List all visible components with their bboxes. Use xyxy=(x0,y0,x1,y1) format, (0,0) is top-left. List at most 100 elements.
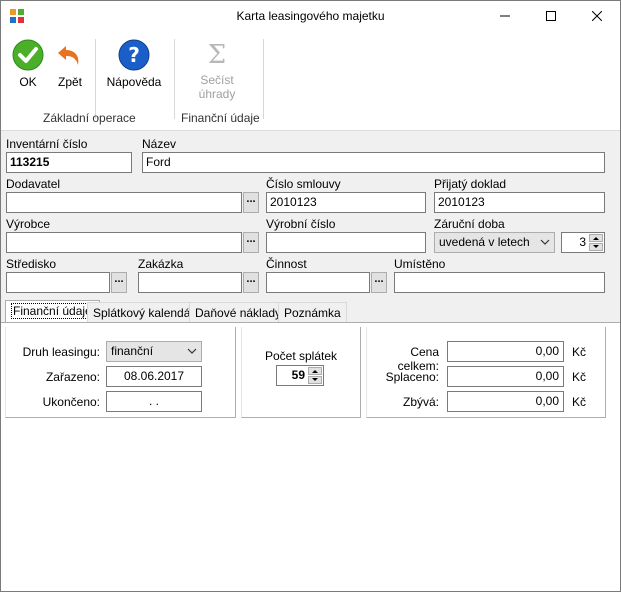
sum-label-1: Sečíst xyxy=(200,73,234,87)
ribbon-separator xyxy=(263,39,264,119)
activity-field[interactable] xyxy=(266,272,370,293)
activity-label: Činnost xyxy=(266,257,307,271)
ended-date-field[interactable]: . . xyxy=(106,391,202,412)
tab-strip: Finanční údaje Splátkový kalendář Daňové… xyxy=(1,300,620,322)
order-field[interactable] xyxy=(138,272,242,293)
supplier-browse-button[interactable]: ... xyxy=(243,192,259,213)
tab-tax-costs-label: Daňové náklady xyxy=(195,306,282,320)
spinner-buttons xyxy=(589,234,603,251)
installments-spinner[interactable]: 59 xyxy=(276,365,324,386)
triangle-down-icon xyxy=(593,245,599,248)
leasing-box: Druh leasingu: finanční Zařazeno: 08.06.… xyxy=(5,327,236,418)
sum-label-2: úhrady xyxy=(198,87,236,101)
undo-arrow-icon xyxy=(58,46,79,65)
installments-label: Počet splátek xyxy=(264,349,338,363)
installments-box: Počet splátek 59 xyxy=(241,327,361,418)
header-form: Inventární číslo 113215 Název Ford Dodav… xyxy=(1,130,620,300)
name-label: Název xyxy=(142,137,177,151)
spin-up-button[interactable] xyxy=(308,367,322,375)
help-label: Nápověda xyxy=(106,75,162,89)
maximize-icon xyxy=(546,11,556,21)
total-label: Cena celkem: xyxy=(397,345,439,373)
financial-panel: Druh leasingu: finanční Zařazeno: 08.06.… xyxy=(1,322,620,591)
tab-payment-schedule[interactable]: Splátkový kalendář xyxy=(87,302,201,322)
group-finance-label: Finanční údaje xyxy=(181,111,260,125)
maker-label: Výrobce xyxy=(6,217,51,231)
assigned-date-field[interactable]: 08.06.2017 xyxy=(106,366,202,387)
supplier-field[interactable] xyxy=(6,192,242,213)
close-icon xyxy=(592,11,602,21)
serial-label: Výrobní číslo xyxy=(266,217,336,231)
maker-browse-button[interactable]: ... xyxy=(243,232,259,253)
leasing-type-label: Druh leasingu: xyxy=(22,345,100,359)
sum-payments-button[interactable]: Σ Sečíst úhrady xyxy=(191,39,243,101)
warranty-unit-select[interactable]: uvedená v letech xyxy=(434,232,555,253)
warranty-spinner[interactable]: 3 xyxy=(561,232,605,253)
installments-value: 59 xyxy=(291,368,305,382)
help-button[interactable]: ? Nápověda xyxy=(105,39,163,89)
location-field[interactable] xyxy=(394,272,605,293)
tab-note-label: Poznámka xyxy=(284,306,341,320)
chevron-down-icon xyxy=(187,348,197,354)
triangle-up-icon xyxy=(593,237,599,240)
ribbon-separator xyxy=(174,39,175,119)
close-button[interactable] xyxy=(574,1,620,31)
svg-text:Σ: Σ xyxy=(208,40,226,67)
name-field[interactable]: Ford xyxy=(142,152,605,173)
center-field[interactable] xyxy=(6,272,110,293)
location-label: Umístěno xyxy=(394,257,446,271)
back-button[interactable]: Zpět xyxy=(51,39,89,89)
received-field[interactable]: 2010123 xyxy=(434,192,605,213)
tab-note[interactable]: Poznámka xyxy=(278,302,347,322)
inv-number-field[interactable]: 113215 xyxy=(6,152,132,173)
total-currency: Kč xyxy=(572,345,587,359)
ribbon-separator xyxy=(95,39,96,119)
question-icon: ? xyxy=(118,39,150,71)
check-icon xyxy=(12,39,44,71)
paid-label: Splaceno: xyxy=(385,370,439,384)
tab-tax-costs[interactable]: Daňové náklady xyxy=(189,302,288,322)
tab-payment-schedule-label: Splátkový kalendář xyxy=(93,306,195,320)
ok-button[interactable]: OK xyxy=(9,39,47,89)
assigned-label: Zařazeno: xyxy=(45,370,100,384)
activity-browse-button[interactable]: ... xyxy=(371,272,387,293)
inv-number-label: Inventární číslo xyxy=(6,137,88,151)
remaining-currency: Kč xyxy=(572,395,587,409)
minimize-button[interactable] xyxy=(482,1,528,31)
spin-down-button[interactable] xyxy=(589,243,603,251)
ended-label: Ukončeno: xyxy=(42,395,100,409)
tab-financial-label: Finanční údaje xyxy=(11,303,94,319)
order-label: Zakázka xyxy=(138,257,184,271)
leasing-card-window: Karta leasingového majetku OK Zpět ? Náp… xyxy=(0,0,621,592)
minimize-icon xyxy=(500,15,510,17)
warranty-value: 3 xyxy=(579,235,586,249)
group-basic-label: Základní operace xyxy=(43,111,136,125)
ok-label: OK xyxy=(19,75,37,89)
totals-box: Cena celkem: 0,00 Kč Splaceno: 0,00 Kč Z… xyxy=(366,327,606,418)
leasing-type-value: finanční xyxy=(111,344,154,358)
contract-label: Číslo smlouvy xyxy=(266,177,341,191)
spin-down-button[interactable] xyxy=(308,376,322,384)
spin-up-button[interactable] xyxy=(589,234,603,242)
center-browse-button[interactable]: ... xyxy=(111,272,127,293)
paid-field[interactable]: 0,00 xyxy=(447,366,564,387)
sigma-icon: Σ xyxy=(208,40,226,67)
remaining-field[interactable]: 0,00 xyxy=(447,391,564,412)
order-browse-button[interactable]: ... xyxy=(243,272,259,293)
chevron-down-icon xyxy=(540,239,550,245)
remaining-label: Zbývá: xyxy=(402,395,439,409)
maximize-button[interactable] xyxy=(528,1,574,31)
ribbon: OK Zpět ? Nápověda Základní operace Σ Se… xyxy=(1,31,620,129)
leasing-type-select[interactable]: finanční xyxy=(106,341,202,362)
contract-field[interactable]: 2010123 xyxy=(266,192,426,213)
triangle-up-icon xyxy=(312,370,318,373)
center-label: Středisko xyxy=(6,257,57,271)
back-label: Zpět xyxy=(57,75,82,89)
maker-field[interactable] xyxy=(6,232,242,253)
supplier-label: Dodavatel xyxy=(6,177,61,191)
serial-field[interactable] xyxy=(266,232,426,253)
tab-financial[interactable]: Finanční údaje xyxy=(5,300,100,322)
received-label: Přijatý doklad xyxy=(434,177,507,191)
total-field[interactable]: 0,00 xyxy=(447,341,564,362)
triangle-down-icon xyxy=(312,378,318,381)
